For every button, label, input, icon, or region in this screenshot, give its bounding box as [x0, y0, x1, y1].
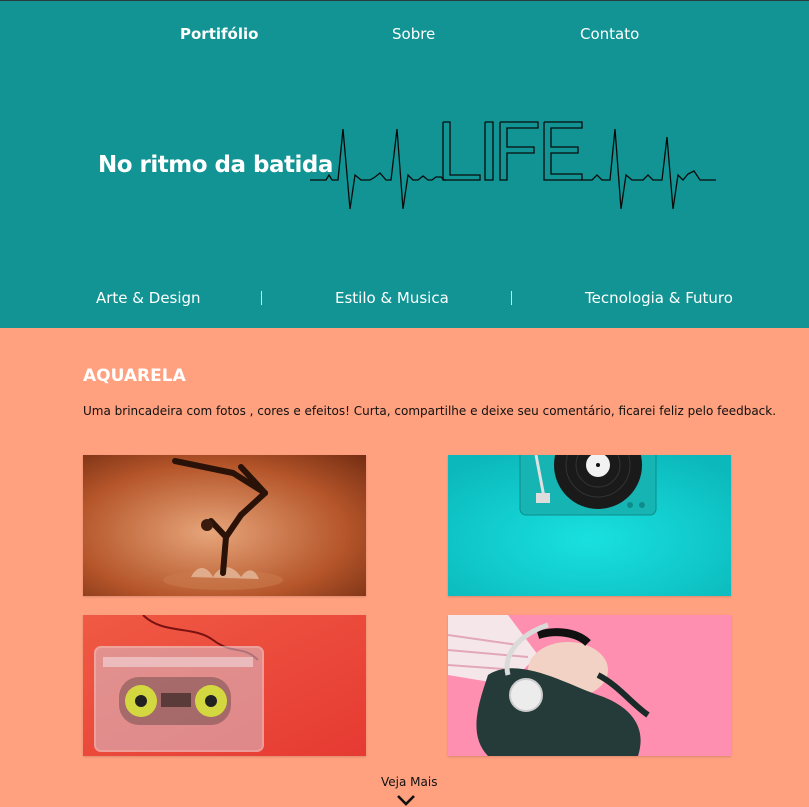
category-divider — [261, 291, 262, 305]
cassette-image — [83, 615, 366, 756]
photo-turntable[interactable] — [448, 455, 731, 596]
hero-title: No ritmo da batida — [98, 152, 333, 178]
see-more-label[interactable]: Veja Mais — [381, 775, 437, 789]
category-tecnologia-futuro[interactable]: Tecnologia & Futuro — [585, 289, 733, 307]
section-title: AQUARELA — [83, 366, 186, 386]
category-divider — [511, 291, 512, 305]
headphones-woman-image — [448, 615, 731, 756]
photo-cassette[interactable] — [83, 615, 366, 756]
site-header: Portifólio Sobre Contato No ritmo da bat… — [0, 0, 809, 328]
nav-portfolio[interactable]: Portifólio — [180, 25, 258, 43]
nav-sobre[interactable]: Sobre — [392, 25, 435, 43]
dancer-splash-image — [83, 455, 366, 596]
nav-contato[interactable]: Contato — [580, 25, 639, 43]
category-arte-design[interactable]: Arte & Design — [96, 289, 201, 307]
photo-headphones-woman[interactable] — [448, 615, 731, 756]
photo-dancer-splash[interactable] — [83, 455, 366, 596]
turntable-image — [448, 455, 731, 596]
chevron-down-icon[interactable] — [396, 794, 416, 807]
heartbeat-life-graphic — [310, 121, 716, 210]
section-description: Uma brincadeira com fotos , cores e efei… — [83, 404, 777, 418]
category-estilo-musica[interactable]: Estilo & Musica — [335, 289, 449, 307]
